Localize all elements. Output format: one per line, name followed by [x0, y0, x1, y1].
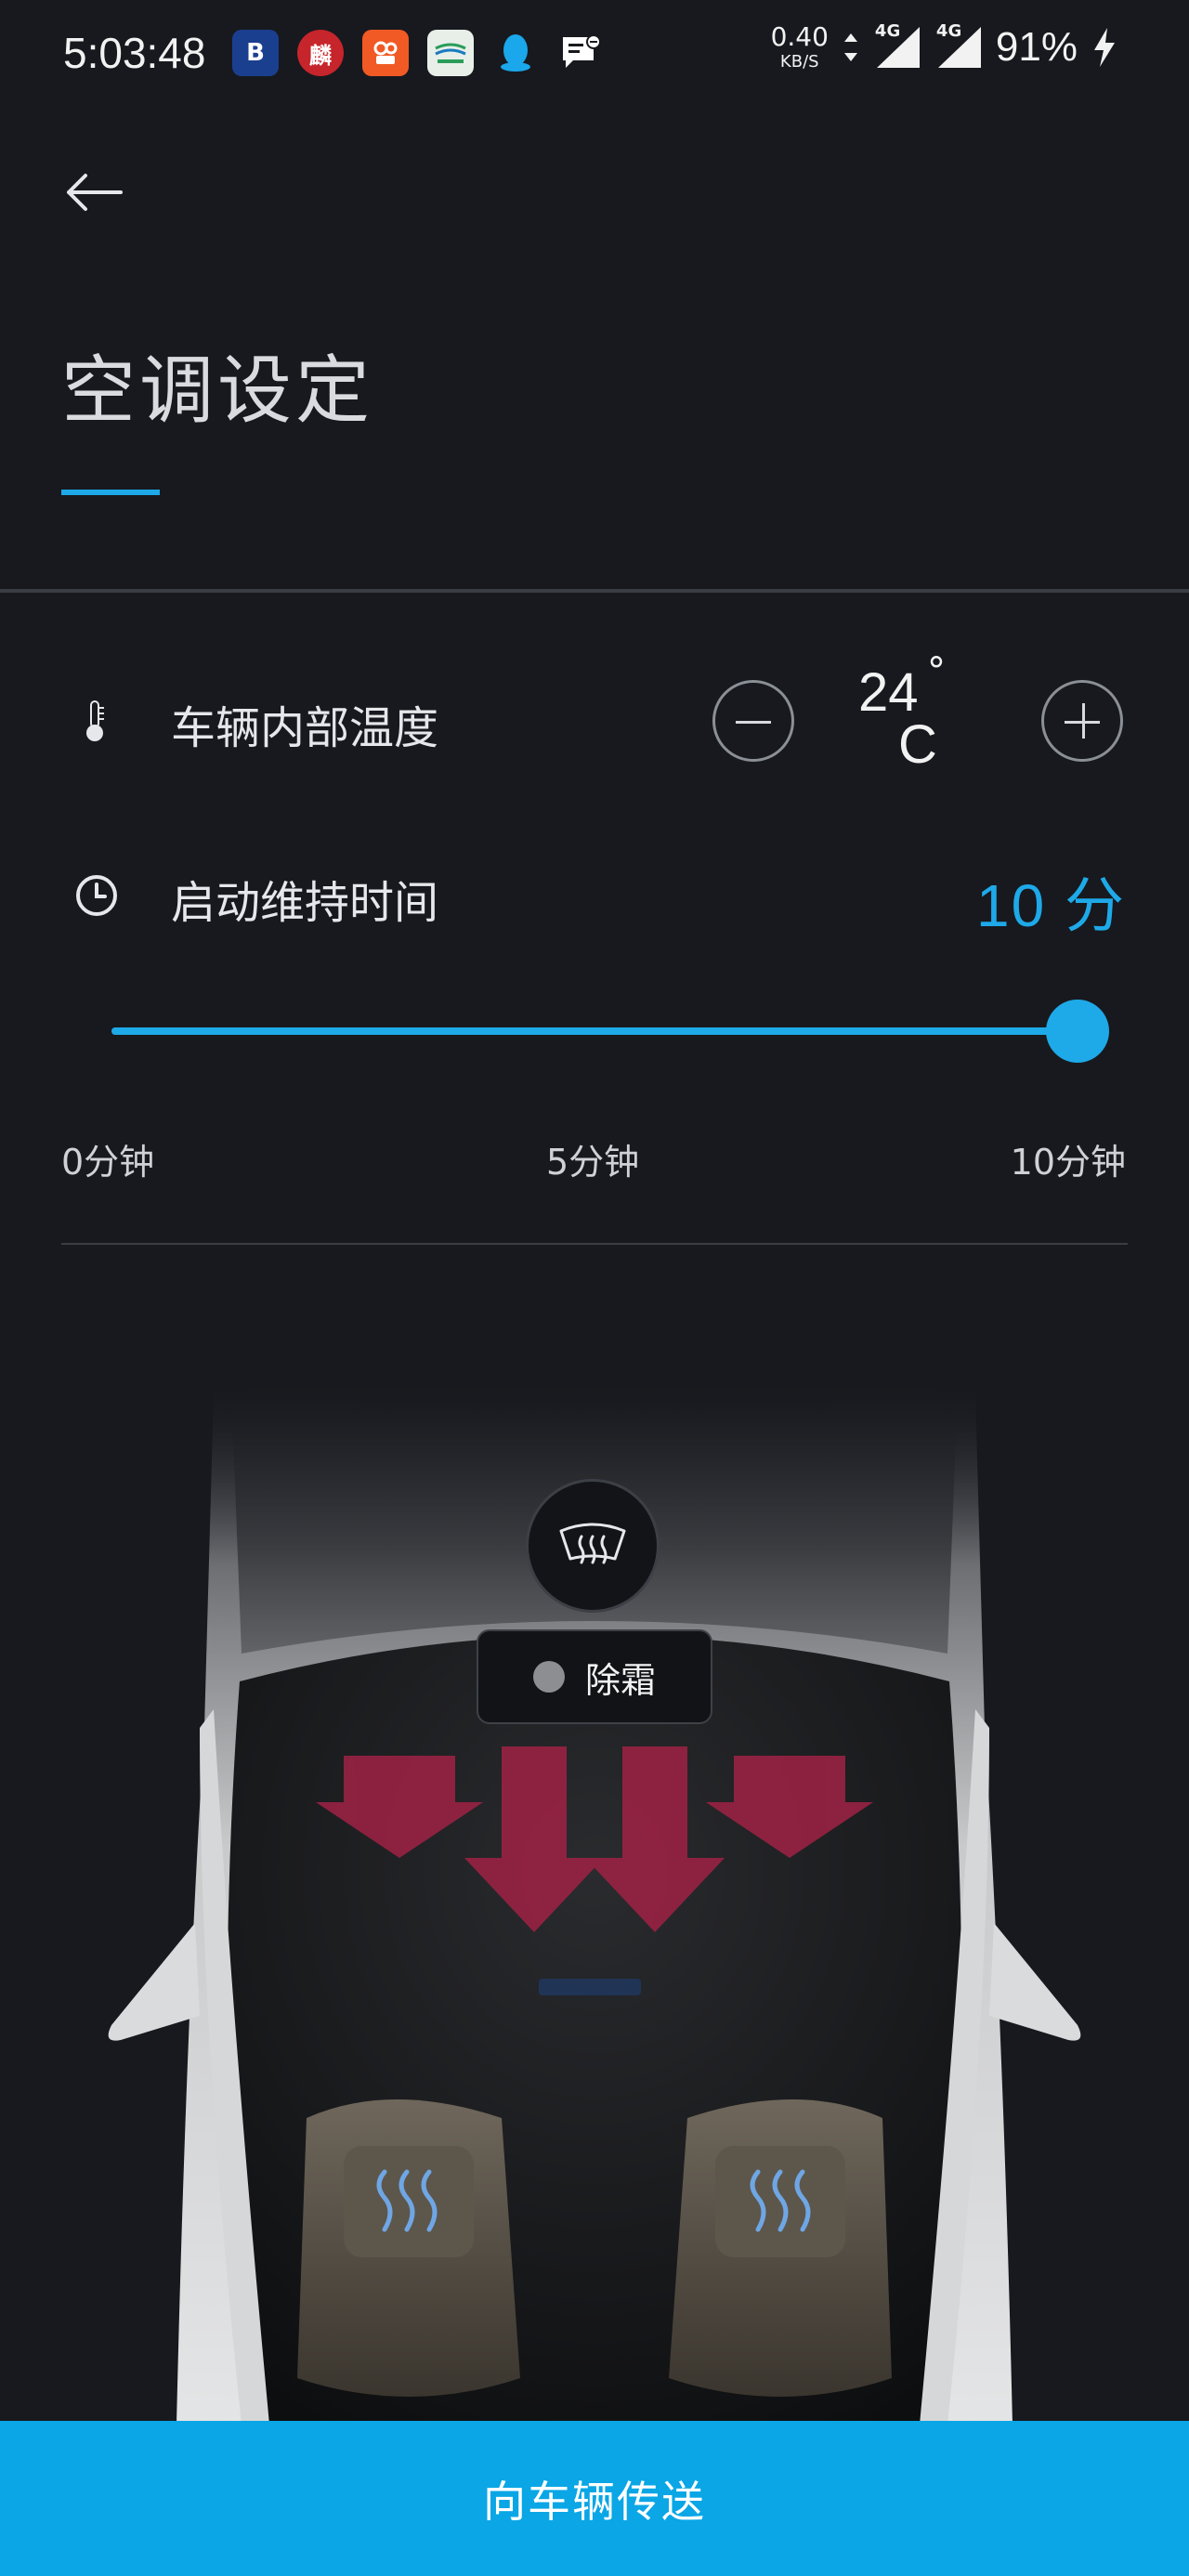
- section-divider: [61, 1243, 1128, 1245]
- transit-app-icon: [427, 30, 474, 76]
- seat-heat-icon: [750, 2169, 811, 2232]
- slider-tick-mid: 5分钟: [546, 1142, 640, 1183]
- battery-percentage: 91%: [995, 24, 1078, 70]
- title-underline: [61, 490, 160, 495]
- signal-2-label: 4G: [935, 21, 962, 41]
- charging-icon: [1094, 28, 1115, 67]
- windshield-defrost-icon: [559, 1523, 626, 1564]
- page-title: 空调设定: [61, 347, 373, 434]
- slider-tick-min: 0分钟: [61, 1142, 155, 1183]
- defrost-button[interactable]: [526, 1479, 660, 1613]
- network-speed: 0.40 KB/S: [771, 24, 829, 71]
- defrost-toggle[interactable]: 除霜: [477, 1629, 712, 1724]
- network-speed-unit: KB/S: [779, 52, 819, 72]
- run-duration-value: 10 分: [976, 872, 1126, 939]
- status-time: 5:03:48: [63, 29, 206, 77]
- interior-temperature-label: 车辆内部温度: [171, 702, 439, 754]
- notification-icons: B 麟: [232, 30, 604, 76]
- duration-slider-thumb[interactable]: [1046, 1000, 1109, 1063]
- temperature-unit: C: [898, 714, 937, 775]
- thermometer-icon: [67, 693, 123, 749]
- news-app-icon: 麟: [297, 30, 344, 76]
- signal-1-icon: 4G: [873, 21, 921, 70]
- slider-tick-max: 10分钟: [1010, 1142, 1126, 1183]
- data-arrows-icon: [843, 33, 857, 61]
- header-divider: [0, 589, 1189, 593]
- send-to-vehicle-button[interactable]: 向车辆传送: [0, 2421, 1189, 2576]
- seat-heat-icon: [376, 2169, 438, 2232]
- status-right: 0.40 KB/S 4G 4G 91%: [771, 21, 1118, 71]
- duration-slider-fill: [111, 1027, 1078, 1035]
- run-duration-label: 启动维持时间: [171, 877, 439, 929]
- status-bar: 5:03:48 B 麟 0.40 KB/S 4G 4G 91%: [0, 0, 1189, 111]
- clock-icon: [69, 868, 124, 923]
- defrost-status-dot: [532, 1661, 565, 1693]
- climate-settings-screen: 5:03:48 B 麟 0.40 KB/S 4G 4G 91% 空调设定 车辆内…: [0, 0, 1189, 2576]
- decrease-temperature-button[interactable]: [712, 680, 794, 762]
- back-button[interactable]: [61, 160, 126, 225]
- defrost-label: 除霜: [584, 1659, 656, 1701]
- duration-slider[interactable]: [111, 1027, 1078, 1035]
- network-speed-value: 0.40: [770, 21, 829, 52]
- temperature-degree-sign: °: [927, 650, 946, 693]
- signal-1-label: 4G: [874, 21, 901, 41]
- bluetooth-app-icon: B: [232, 30, 279, 76]
- increase-temperature-button[interactable]: [1041, 680, 1123, 762]
- qq-icon: [492, 30, 539, 76]
- camera-app-icon: [362, 30, 409, 76]
- message-icon: [557, 30, 604, 76]
- signal-2-icon: 4G: [934, 21, 983, 70]
- back-arrow-icon: [67, 174, 123, 211]
